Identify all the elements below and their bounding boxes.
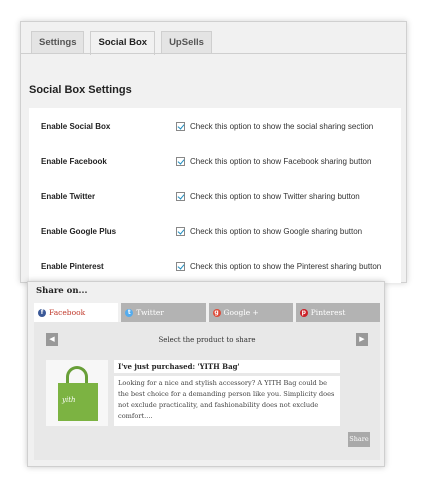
settings-window: Settings Social Box UpSells Social Box S… bbox=[20, 21, 407, 283]
tab-label: Google + bbox=[223, 308, 259, 317]
setting-row-twitter: Enable Twitter Check this option to show… bbox=[29, 188, 401, 208]
product-image: yith bbox=[46, 360, 108, 426]
pinterest-icon: p bbox=[299, 308, 308, 317]
setting-label: Enable Facebook bbox=[41, 157, 107, 166]
setting-label: Enable Twitter bbox=[41, 192, 96, 201]
tab-divider bbox=[21, 53, 406, 54]
settings-tabs: Settings Social Box UpSells bbox=[31, 31, 218, 55]
setting-description: Check this option to show Google sharing… bbox=[190, 227, 363, 236]
settings-panel: Enable Social Box Check this option to s… bbox=[29, 108, 401, 283]
facebook-icon: f bbox=[38, 308, 46, 317]
enable-twitter-checkbox[interactable] bbox=[176, 192, 185, 201]
setting-label: Enable Social Box bbox=[41, 122, 111, 131]
enable-pinterest-checkbox[interactable] bbox=[176, 262, 185, 271]
setting-row-facebook: Enable Facebook Check this option to sho… bbox=[29, 153, 401, 173]
setting-description: Check this option to show the Pinterest … bbox=[190, 262, 382, 271]
tab-twitter[interactable]: t Twitter bbox=[121, 303, 206, 322]
section-title: Social Box Settings bbox=[29, 84, 132, 96]
share-widget: Share on... f Facebook t Twitter g Googl… bbox=[27, 281, 385, 467]
setting-row-pinterest: Enable Pinterest Check this option to sh… bbox=[29, 258, 401, 278]
tab-upsells[interactable]: UpSells bbox=[161, 31, 212, 53]
share-heading: Share on... bbox=[36, 286, 88, 296]
enable-facebook-checkbox[interactable] bbox=[176, 157, 185, 166]
enable-google-plus-checkbox[interactable] bbox=[176, 227, 185, 236]
twitter-icon: t bbox=[125, 308, 134, 317]
setting-description: Check this option to show Facebook shari… bbox=[190, 157, 372, 166]
setting-label: Enable Pinterest bbox=[41, 262, 104, 271]
select-product-label: Select the product to share bbox=[158, 336, 256, 344]
tab-settings[interactable]: Settings bbox=[31, 31, 85, 53]
bag-logo-text: yith bbox=[62, 396, 76, 404]
next-product-button[interactable]: ▶ bbox=[356, 333, 368, 346]
tab-label: Facebook bbox=[49, 308, 86, 317]
tab-label: Pinterest bbox=[310, 308, 346, 317]
share-body: ◀ Select the product to share ▶ yith I'v… bbox=[34, 322, 380, 460]
tab-facebook[interactable]: f Facebook bbox=[34, 303, 119, 322]
tab-pinterest[interactable]: p Pinterest bbox=[295, 303, 380, 322]
setting-label: Enable Google Plus bbox=[41, 227, 117, 236]
bag-body: yith bbox=[58, 383, 98, 421]
setting-row-social-box: Enable Social Box Check this option to s… bbox=[29, 118, 401, 138]
tab-google-plus[interactable]: g Google + bbox=[208, 303, 293, 322]
tab-label: Twitter bbox=[136, 308, 164, 317]
product-title: I've just purchased: 'YITH Bag' bbox=[114, 360, 340, 373]
tab-social-box[interactable]: Social Box bbox=[90, 31, 156, 55]
product-description: Looking for a nice and stylish accessory… bbox=[114, 376, 340, 426]
share-button[interactable]: Share bbox=[348, 432, 370, 447]
setting-description: Check this option to show Twitter sharin… bbox=[190, 192, 360, 201]
share-tabs: f Facebook t Twitter g Google + p Pinter… bbox=[34, 303, 380, 322]
enable-social-box-checkbox[interactable] bbox=[176, 122, 185, 131]
google-plus-icon: g bbox=[212, 308, 221, 317]
setting-description: Check this option to show the social sha… bbox=[190, 122, 374, 131]
setting-row-google-plus: Enable Google Plus Check this option to … bbox=[29, 223, 401, 243]
